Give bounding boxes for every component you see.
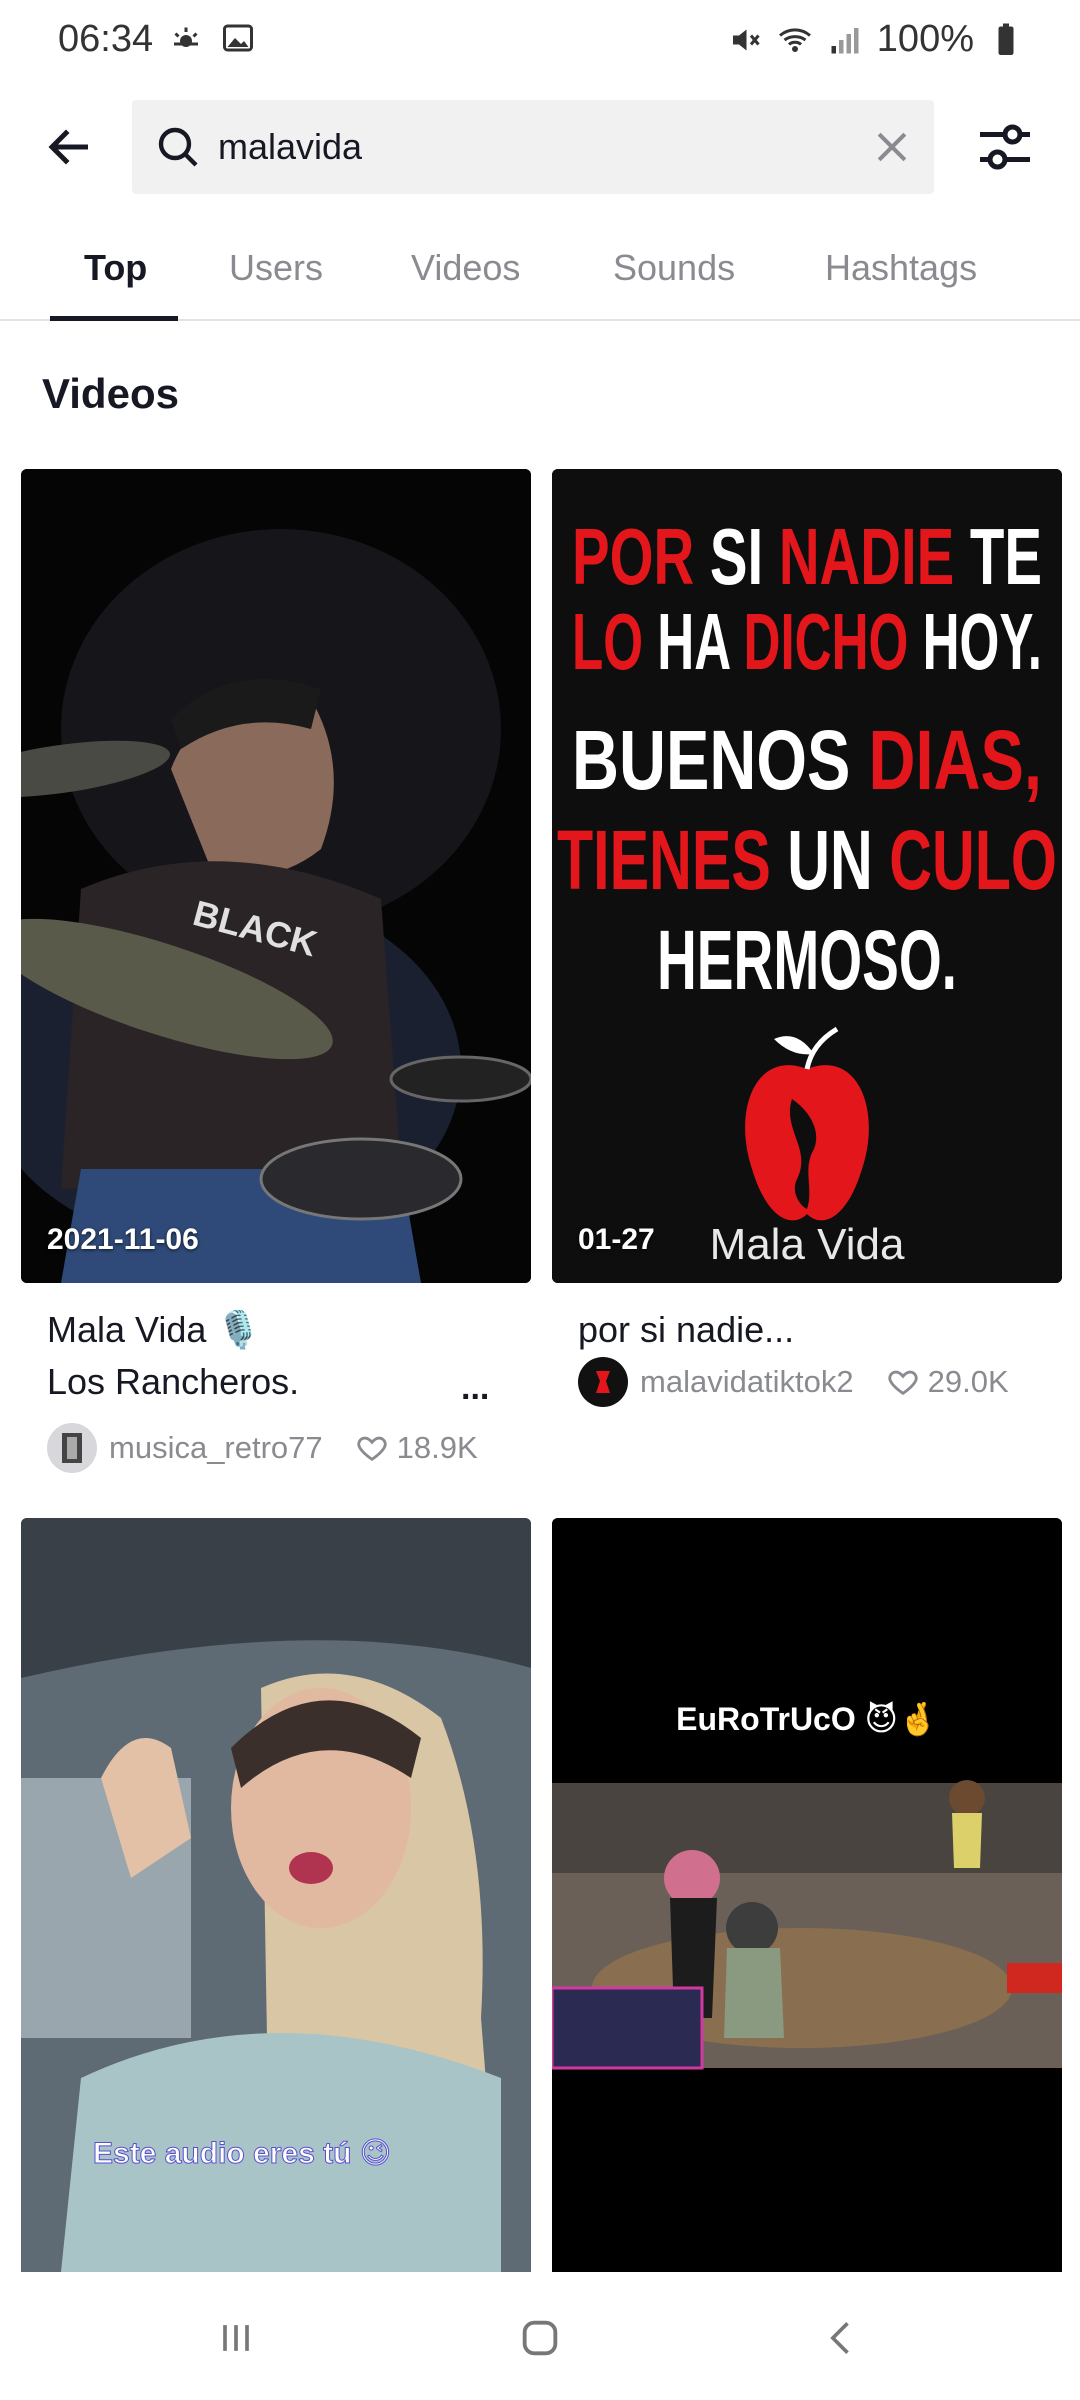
poster-word: POR [572, 512, 710, 601]
video-thumbnail[interactable]: BLACK 2021-11-06 [21, 469, 531, 1283]
filter-icon[interactable] [975, 117, 1035, 177]
poster-line: LO HA DICHO HOY. [572, 597, 1042, 686]
video-card[interactable]: Este audio eres tú 😉 [21, 1518, 531, 2272]
like-count: 18.9K [355, 1430, 478, 1466]
home-button[interactable] [510, 2308, 570, 2368]
tab-videos[interactable]: Videos [411, 247, 520, 289]
poster-word: TIENES [557, 813, 787, 907]
tab-sounds[interactable]: Sounds [613, 247, 735, 289]
video-card[interactable]: POR SI NADIE TE LO HA DICHO HOY. BUENOS … [552, 469, 1062, 1469]
video-title-line: Mala Vida 🎙️ [47, 1309, 262, 1350]
more-text-indicator: ... [461, 1369, 490, 1407]
video-title: por si nadie... [578, 1304, 794, 1356]
back-button[interactable] [40, 117, 100, 177]
heart-icon [357, 1436, 387, 1462]
video-title: Mala Vida 🎙️ Los Rancheros. [47, 1304, 299, 1408]
poster-line: HERMOSO. [657, 913, 957, 1007]
poster-word: HERMOSO. [657, 913, 957, 1007]
poster-line: TIENES UN CULO [557, 813, 1057, 907]
author-name[interactable]: malavidatiktok2 [640, 1364, 854, 1400]
nav-back-button[interactable] [812, 2308, 872, 2368]
video-card[interactable]: EuRoTrUcO 😈🤞 [552, 1518, 1062, 2272]
poster-word: NADIE [779, 512, 970, 601]
poster-word: LO [572, 597, 657, 686]
tab-top[interactable]: Top [84, 247, 147, 289]
search-query: malavida [218, 126, 363, 167]
status-time: 06:34 [58, 18, 154, 60]
likes-value: 29.0K [927, 1364, 1009, 1399]
poster-word: CULO [889, 813, 1057, 907]
drummer-image: BLACK [21, 469, 531, 1283]
likes-value: 18.9K [396, 1430, 478, 1465]
video-title-line: por si nadie... [578, 1309, 795, 1350]
active-tab-indicator [50, 316, 178, 321]
gaming-image [552, 1518, 1062, 2272]
nav-back-icon [830, 2322, 849, 2354]
heart-icon [888, 1370, 918, 1396]
video-date: 2021-11-06 [47, 1223, 199, 1256]
wifi-icon [778, 27, 811, 52]
back-arrow-icon [48, 129, 88, 165]
author-name[interactable]: musica_retro77 [109, 1430, 323, 1466]
like-count: 29.0K [886, 1364, 1009, 1400]
system-nav-bar [0, 2272, 1080, 2400]
search-icon [158, 127, 198, 167]
section-title: Videos [42, 370, 179, 417]
poster-word: DICHO [743, 597, 922, 686]
video-thumbnail[interactable]: EuRoTrUcO 😈🤞 [552, 1518, 1062, 2272]
home-icon [522, 2320, 558, 2356]
tab-hashtags[interactable]: Hashtags [825, 247, 977, 289]
mala-vida-poster: POR SI NADIE TE LO HA DICHO HOY. BUENOS … [552, 469, 1062, 1283]
video-caption: Este audio eres tú 😉 [92, 2137, 392, 2171]
signal-icon [831, 27, 859, 53]
poster-word: DIAS, [868, 713, 1042, 807]
status-bar: 06:34 100% [0, 0, 1080, 80]
poster-word: UN [787, 813, 889, 907]
search-tabs: Top Users Videos Sounds Hashtags [0, 225, 1080, 321]
clear-icon[interactable] [870, 125, 914, 169]
battery-percent: 100% [876, 18, 974, 60]
poster-word: TE [970, 512, 1042, 601]
video-date: 01-27 [578, 1223, 655, 1256]
avatar[interactable] [578, 1357, 628, 1407]
video-card[interactable]: BLACK 2021-11-06 Mala Vida 🎙️ Los Ranche… [21, 469, 531, 1473]
poster-word: BUENOS [572, 713, 868, 807]
avatar[interactable] [47, 1423, 97, 1473]
poster-word: SI [710, 512, 779, 601]
battery-icon [998, 23, 1014, 55]
video-meta: musica_retro77 18.9K [47, 1422, 478, 1474]
search-input[interactable]: malavida [132, 100, 934, 194]
brand-text: Mala Vida [710, 1220, 905, 1269]
recent-apps-button[interactable] [206, 2308, 266, 2368]
poster-line: BUENOS DIAS, [572, 713, 1042, 807]
poster-word: HOY. [923, 597, 1042, 686]
video-title-line: Los Rancheros. [47, 1361, 300, 1402]
search-header: malavida [0, 95, 1080, 195]
video-overlay-title: EuRoTrUcO 😈🤞 [676, 1701, 938, 1737]
video-thumbnail[interactable]: Este audio eres tú 😉 [21, 1518, 531, 2272]
gallery-icon [223, 24, 253, 52]
video-meta: malavidatiktok2 29.0K [578, 1356, 1009, 1408]
poster-line: POR SI NADIE TE [572, 512, 1042, 601]
weather-icon [174, 27, 198, 47]
recent-apps-icon [223, 2325, 249, 2351]
mute-icon [732, 29, 760, 50]
video-thumbnail[interactable]: POR SI NADIE TE LO HA DICHO HOY. BUENOS … [552, 469, 1062, 1283]
tab-users[interactable]: Users [229, 247, 323, 289]
poster-word: HA [657, 597, 743, 686]
